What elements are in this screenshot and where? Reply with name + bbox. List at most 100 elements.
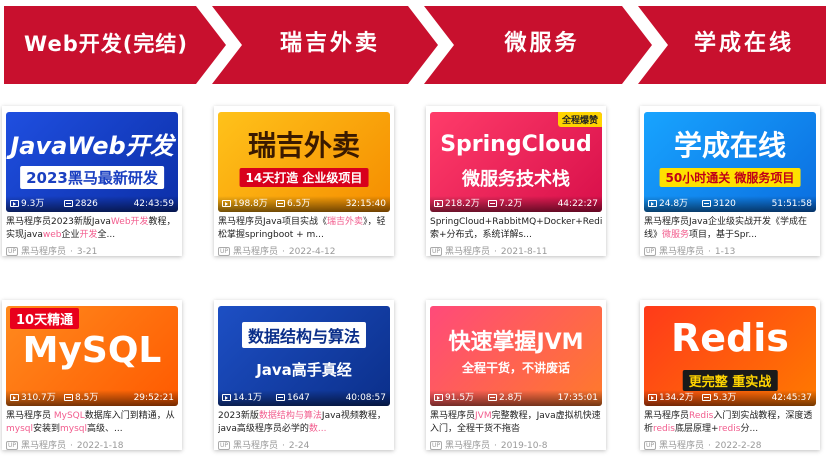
course-card-ruiji[interactable]: 瑞吉外卖 14天打造 企业级项目 198.8万 6.5万 32:15:40 黑马… [214,106,394,257]
thumb-title: MySQL [22,330,162,371]
author[interactable]: 黑马程序员 [445,441,490,451]
course-description[interactable]: 黑马程序员 MySQL数据库入门到精通，从mysql安装到mysql高级、... [6,410,178,436]
play-icon [434,394,443,401]
video-stats: 91.5万 2.8万 17:35:01 [430,390,602,406]
uploader-icon: UP [6,247,19,256]
course-card-jvm[interactable]: 快速掌握JVM 全程干货，不讲废话 91.5万 2.8万 17:35:01 黑马… [426,300,606,451]
course-thumbnail[interactable]: 数据结构与算法 Java高手真经 14.1万 1647 40:08:57 [218,306,390,406]
thumb-title: SpringCloud [440,132,592,157]
uploader-icon: UP [430,441,443,450]
play-icon [10,394,19,401]
thumb-subtitle: 14天打造 企业级项目 [239,168,369,187]
video-stats: 24.8万 3120 51:51:58 [644,196,816,212]
video-stats: 9.3万 2826 42:43:59 [6,196,178,212]
step-microservice[interactable]: 微服务 [452,26,632,62]
upload-date: 1-13 [714,247,736,257]
danmaku-icon [64,200,73,207]
thumb-title: JavaWeb开发 [10,132,174,160]
step-ruiji[interactable]: 瑞吉外卖 [240,26,420,62]
danmaku-icon [702,394,711,401]
course-card-xuecheng[interactable]: 学成在线 50小时通关 微服务项目 24.8万 3120 51:51:58 黑马… [640,106,820,257]
thumb-subtitle: 50小时通关 微服务项目 [659,168,801,187]
course-thumbnail[interactable]: 瑞吉外卖 14天打造 企业级项目 198.8万 6.5万 32:15:40 [218,112,390,212]
course-description[interactable]: 黑马程序员JVM完整教程，Java虚拟机快速入门，全程干货不拖沓 [430,410,602,436]
course-thumbnail[interactable]: JavaWeb开发 2023黑马最新研发 9.3万 2826 42:43:59 [6,112,178,212]
hot-badge: 全程爆赞 [557,112,602,127]
course-card-javaweb[interactable]: JavaWeb开发 2023黑马最新研发 9.3万 2826 42:43:59 … [2,106,182,257]
course-thumbnail[interactable]: 学成在线 50小时通关 微服务项目 24.8万 3120 51:51:58 [644,112,816,212]
course-meta: UP 黑马程序员 · 2022-2-28 [644,441,762,451]
thumb-title: 数据结构与算法 [241,322,367,348]
course-meta: UP 黑马程序员 · 2019-10-8 [430,441,548,451]
course-description[interactable]: 黑马程序员2023新版JavaWeb开发教程，实现javaweb企业开发全... [6,216,178,242]
course-description[interactable]: 黑马程序员Java项目实战《瑞吉外卖》，轻松掌握springboot + m..… [218,216,390,242]
course-thumbnail[interactable]: 快速掌握JVM 全程干货，不讲废话 91.5万 2.8万 17:35:01 [430,306,602,406]
danmaku-count: 6.5万 [276,196,310,212]
duration: 51:51:58 [771,199,812,209]
danmaku-count: 7.2万 [488,196,522,212]
course-thumbnail[interactable]: 全程爆赞 SpringCloud 微服务技术栈 218.2万 7.2万 44:2… [430,112,602,212]
upload-date: 2-24 [288,441,310,451]
danmaku-icon [276,394,285,401]
upload-date: 2019-10-8 [500,441,548,451]
author[interactable]: 黑马程序员 [21,441,66,451]
course-meta: UP 黑马程序员 · 2022-4-12 [218,247,336,257]
video-stats: 14.1万 1647 40:08:57 [218,390,390,406]
author[interactable]: 黑马程序员 [233,441,278,451]
course-meta: UP 黑马程序员 · 1-13 [644,247,736,257]
play-count: 218.2万 [434,196,480,212]
roadmap-bar: Web开发(完结) 瑞吉外卖 微服务 学成在线 [0,0,826,96]
course-description[interactable]: 黑马程序员Redis入门到实战教程，深度透析redis底层原理+redis分..… [644,410,816,436]
author[interactable]: 黑马程序员 [659,247,704,257]
course-thumbnail[interactable]: Redis 更完整 重实战 134.2万 5.3万 42:45:37 [644,306,816,406]
course-thumbnail[interactable]: 10天精通 MySQL 310.7万 8.5万 29:52:21 [6,306,178,406]
upload-date: 2022-4-12 [288,247,336,257]
play-icon [648,200,657,207]
danmaku-count: 8.5万 [64,390,98,406]
video-stats: 198.8万 6.5万 32:15:40 [218,196,390,212]
thumb-subtitle: 10天精通 [10,308,80,329]
course-card-springcloud[interactable]: 全程爆赞 SpringCloud 微服务技术栈 218.2万 7.2万 44:2… [426,106,606,257]
author[interactable]: 黑马程序员 [445,247,490,257]
duration: 32:15:40 [345,199,386,209]
uploader-icon: UP [218,247,231,256]
course-description[interactable]: 黑马程序员Java企业级实战开发《学成在线》微服务项目，基于Spr... [644,216,816,242]
duration: 44:22:27 [557,199,598,209]
thumb-subtitle: 2023黑马最新研发 [20,166,164,189]
play-count: 14.1万 [222,390,262,406]
course-card-mysql[interactable]: 10天精通 MySQL 310.7万 8.5万 29:52:21 黑马程序员 M… [2,300,182,451]
upload-date: 2022-1-18 [76,441,124,451]
author[interactable]: 黑马程序员 [233,247,278,257]
uploader-icon: UP [644,441,657,450]
upload-date: 2021-8-11 [500,247,548,257]
step-xuecheng[interactable]: 学成在线 [664,26,824,62]
course-roadmap-page: Web开发(完结) 瑞吉外卖 微服务 学成在线 JavaWeb开发 2023黑马… [0,0,826,458]
danmaku-icon [276,200,285,207]
play-count: 24.8万 [648,196,688,212]
thumb-title: 快速掌握JVM [448,330,584,355]
course-description[interactable]: SpringCloud+RabbitMQ+Docker+Redis+搜索+分布式… [430,216,602,242]
danmaku-icon [488,394,497,401]
duration: 17:35:01 [557,393,598,403]
course-meta: UP 黑马程序员 · 2021-8-11 [430,247,548,257]
danmaku-icon [488,200,497,207]
uploader-icon: UP [644,247,657,256]
play-icon [222,200,231,207]
author[interactable]: 黑马程序员 [659,441,704,451]
video-stats: 310.7万 8.5万 29:52:21 [6,390,178,406]
course-card-redis[interactable]: Redis 更完整 重实战 134.2万 5.3万 42:45:37 黑马程序员… [640,300,820,451]
danmaku-icon [702,200,711,207]
play-icon [648,394,657,401]
step-web[interactable]: Web开发(完结) [8,26,204,62]
course-meta: UP 黑马程序员 · 2-24 [218,441,310,451]
course-description[interactable]: 2023新版数据结构与算法Java视频教程，java高级程序员必学的数... [218,410,390,436]
course-card-algorithm[interactable]: 数据结构与算法 Java高手真经 14.1万 1647 40:08:57 202… [214,300,394,451]
author[interactable]: 黑马程序员 [21,247,66,257]
video-stats: 134.2万 5.3万 42:45:37 [644,390,816,406]
danmaku-count: 1647 [276,390,310,406]
play-icon [10,200,19,207]
thumb-subtitle: 全程干货，不讲废话 [461,361,571,375]
danmaku-count: 2.8万 [488,390,522,406]
play-icon [222,394,231,401]
danmaku-count: 2826 [64,196,98,212]
